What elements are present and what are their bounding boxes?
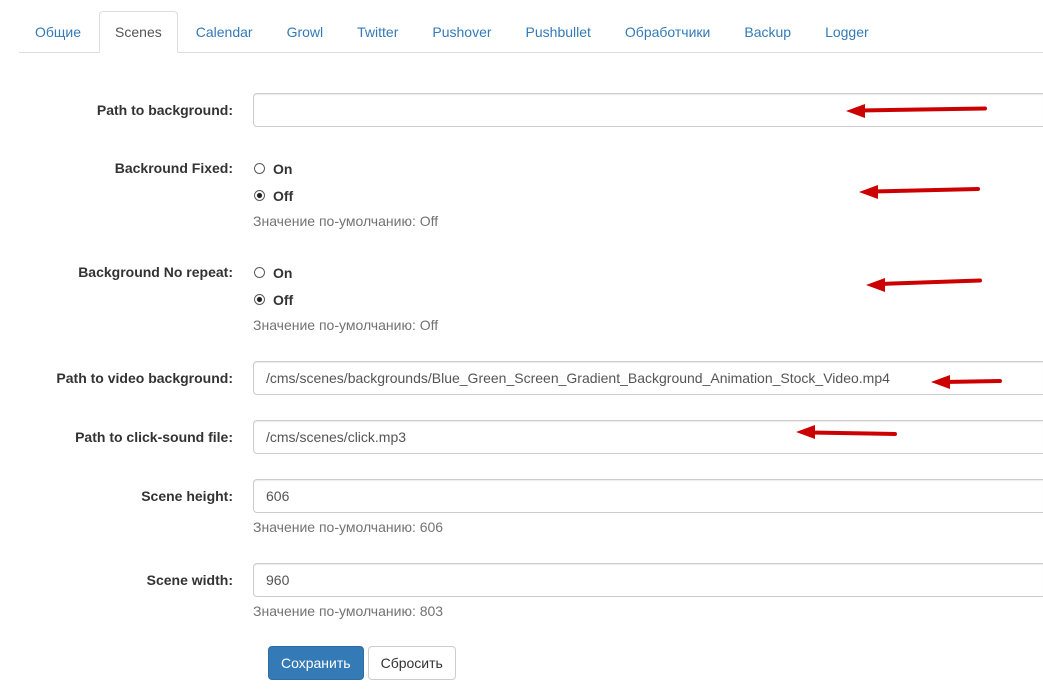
background-fixed-help: Значение по-умолчанию: Off (253, 213, 439, 229)
tab-backup-link[interactable]: Backup (728, 11, 807, 53)
path-to-click-sound-input[interactable] (253, 420, 1043, 454)
path-to-video-background-input[interactable] (253, 361, 1043, 395)
tab-growl-link[interactable]: Growl (271, 11, 340, 53)
tab-backup: Backup (728, 11, 809, 53)
scene-height-label: Scene height: (141, 488, 233, 504)
annotation-arrow (859, 185, 980, 199)
tab-calendar: Calendar (180, 11, 271, 53)
reset-button[interactable]: Сбросить (367, 646, 456, 680)
background-no-repeat-off-radio[interactable] (254, 294, 265, 305)
background-no-repeat-help: Значение по-умолчанию: Off (253, 317, 439, 333)
path-to-click-sound-label: Path to click-sound file: (75, 429, 233, 445)
scene-height-input[interactable] (253, 479, 1043, 513)
tab-pushbullet-link[interactable]: Pushbullet (510, 11, 607, 53)
tab-pushover-link[interactable]: Pushover (416, 11, 507, 53)
annotation-arrow (866, 278, 982, 292)
background-no-repeat-on-radio[interactable] (254, 267, 265, 278)
scene-width-input[interactable] (253, 563, 1043, 597)
tab-logger: Logger (809, 11, 887, 53)
background-fixed-on-radio[interactable] (254, 163, 265, 174)
background-no-repeat-off-text: Off (273, 292, 294, 308)
background-no-repeat-on-text: On (273, 265, 293, 281)
path-to-background-input[interactable] (253, 93, 1043, 127)
tab-scenes-link[interactable]: Scenes (99, 11, 178, 53)
arrow-shaft (870, 187, 980, 194)
scene-height-help: Значение по-умолчанию: 606 (253, 519, 444, 535)
path-to-video-background-label: Path to video background: (56, 370, 233, 386)
tab-calendar-link[interactable]: Calendar (180, 11, 269, 53)
tab-logger-link[interactable]: Logger (809, 11, 885, 53)
settings-tabs: Общие Scenes Calendar Growl Twitter Push… (19, 11, 1043, 53)
arrow-head (859, 185, 878, 199)
background-fixed-off-text: Off (273, 188, 294, 204)
background-no-repeat-option-off[interactable]: Off (253, 290, 293, 310)
tab-handlers-link[interactable]: Обработчики (609, 11, 726, 53)
tab-growl: Growl (271, 11, 342, 53)
tab-twitter-link[interactable]: Twitter (341, 11, 414, 53)
arrow-head (866, 278, 885, 292)
background-fixed-off-radio[interactable] (254, 190, 265, 201)
save-button[interactable]: Сохранить (268, 646, 364, 680)
background-fixed-option-off[interactable]: Off (253, 186, 293, 206)
background-fixed-label: Backround Fixed: (114, 160, 233, 176)
form-actions: Сохранить Сбросить (268, 646, 456, 680)
tab-pushover: Pushover (416, 11, 509, 53)
background-fixed-option-on[interactable]: On (253, 159, 292, 179)
tab-pushbullet: Pushbullet (510, 11, 609, 53)
background-no-repeat-option-on[interactable]: On (253, 263, 292, 283)
tab-handlers: Обработчики (609, 11, 728, 53)
background-no-repeat-label: Background No repeat: (78, 264, 233, 280)
tab-general: Общие (19, 11, 99, 53)
tab-scenes: Scenes (99, 11, 180, 53)
background-fixed-on-text: On (273, 161, 293, 177)
tab-general-link[interactable]: Общие (19, 11, 97, 53)
scene-width-help: Значение по-умолчанию: 803 (253, 603, 444, 619)
scene-width-label: Scene width: (146, 572, 233, 588)
path-to-background-label: Path to background: (96, 102, 233, 118)
tab-twitter: Twitter (341, 11, 416, 53)
arrow-shaft (878, 278, 982, 286)
